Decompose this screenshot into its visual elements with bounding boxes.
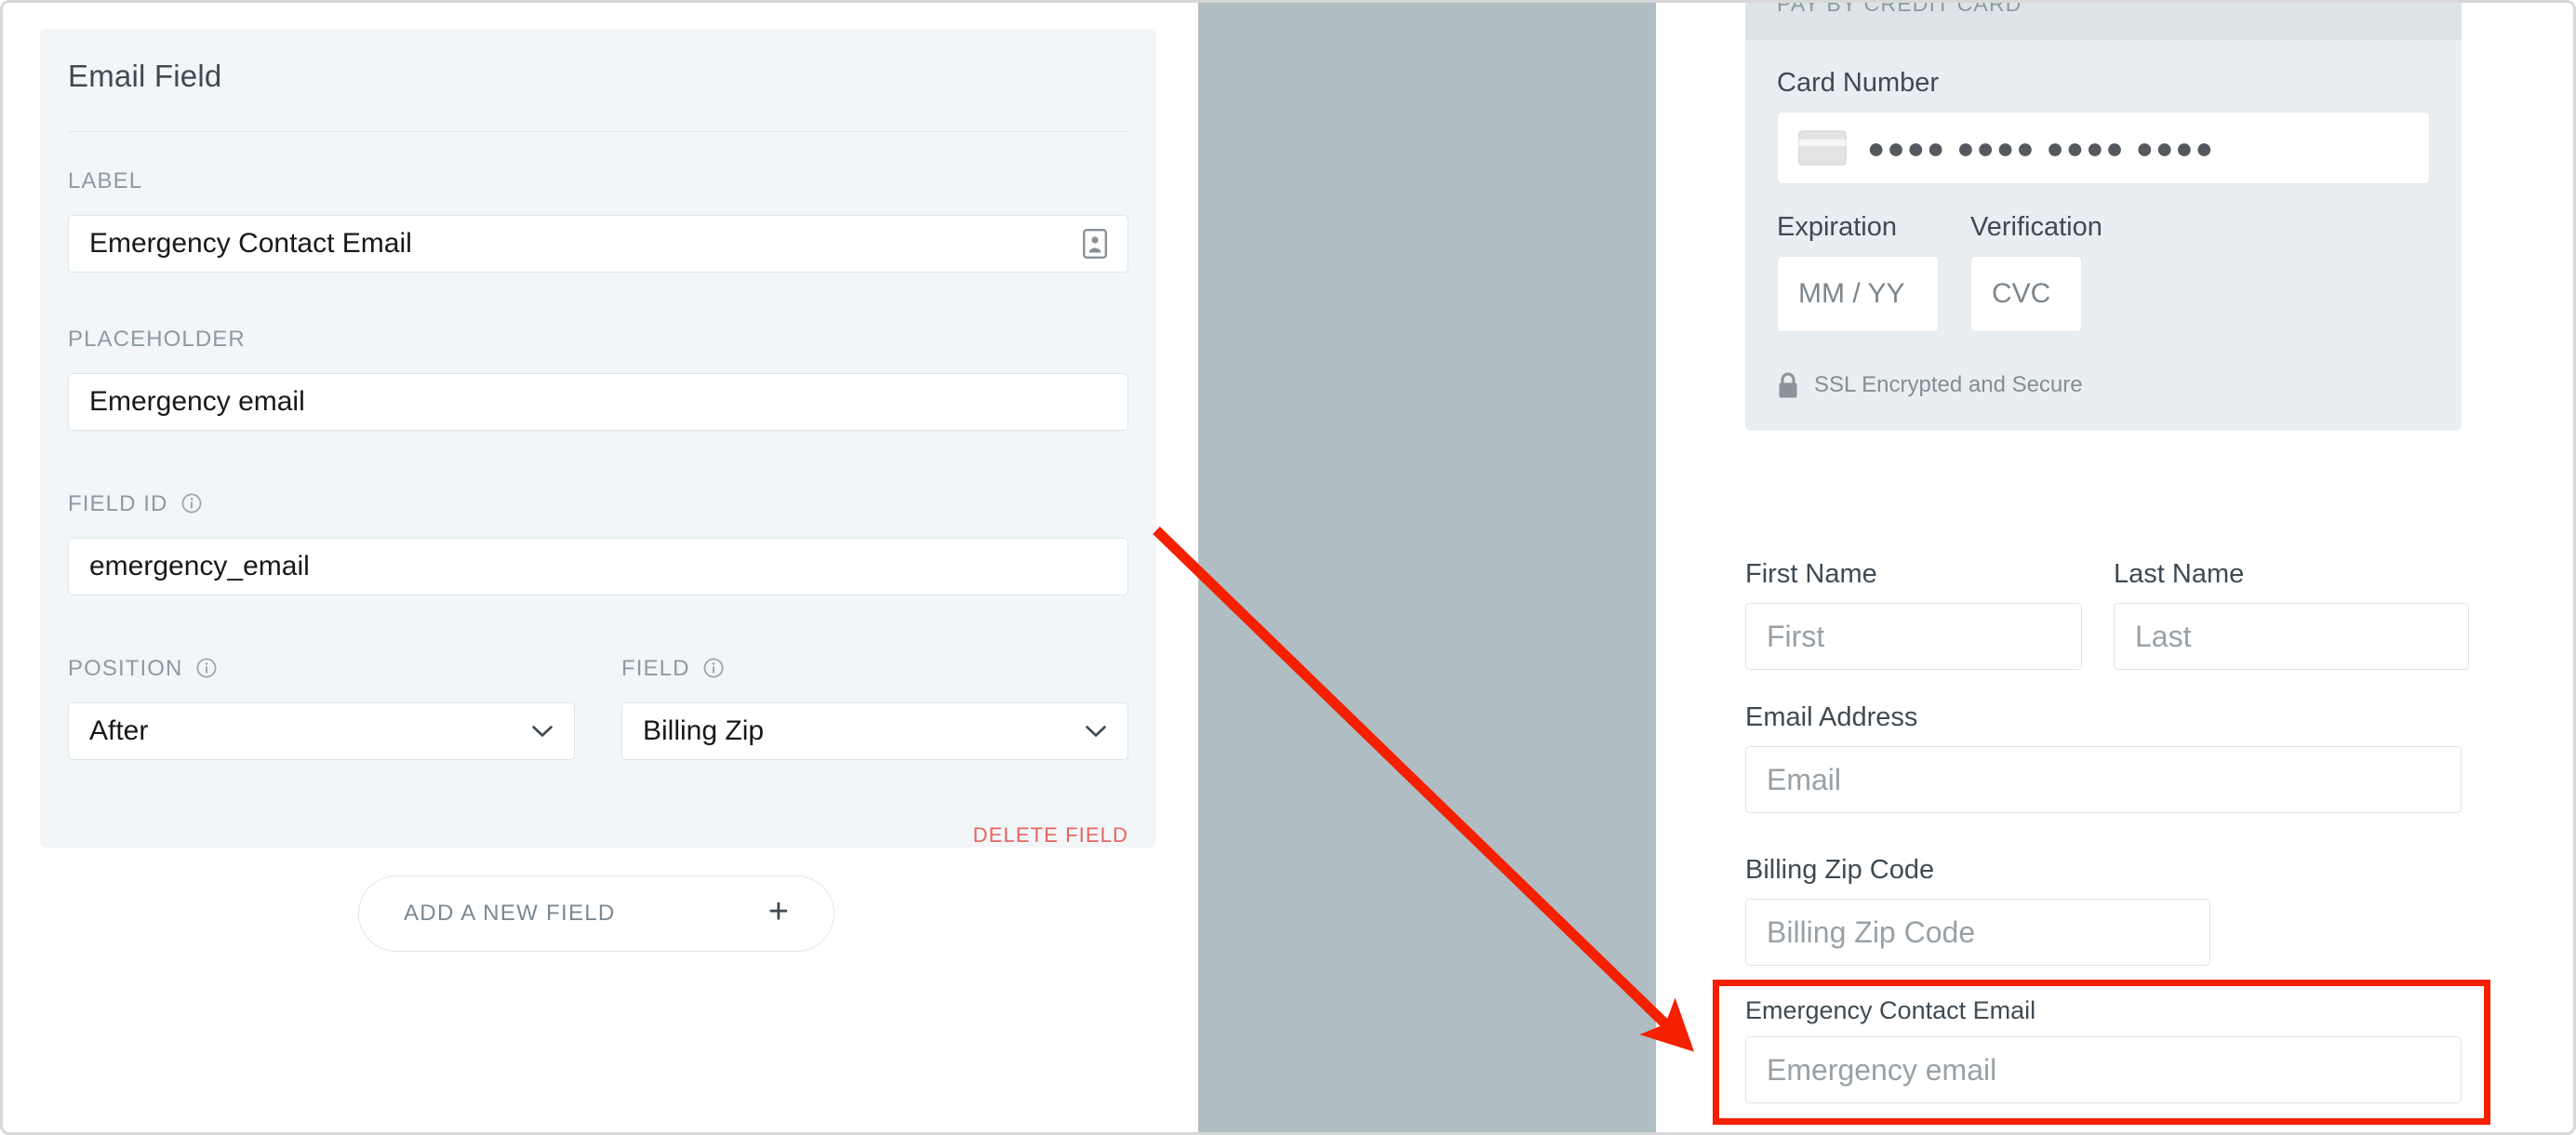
last-name-label: Last Name (2114, 559, 2245, 589)
email-address-input[interactable]: Email (1745, 746, 2462, 813)
expiration-verification-row: Expiration MM / YY Verification CVC (1777, 212, 2430, 332)
position-select-value: After (89, 715, 149, 746)
first-name-group: First Name First (1745, 559, 2082, 670)
credit-card-body: Card Number ●●●● ●●●● ●●●● ●●●● Expirati… (1745, 40, 2462, 431)
last-name-input[interactable]: Last (2114, 603, 2469, 670)
pay-by-credit-card-label: PAY BY CREDIT CARD (1777, 0, 2022, 16)
add-a-new-field-button[interactable]: ADD A NEW FIELD + (358, 875, 834, 952)
position-select[interactable]: After (68, 702, 575, 760)
emergency-contact-email-group: Emergency Contact Email Emergency email (1745, 996, 2462, 1103)
ssl-notice: SSL Encrypted and Secure (1777, 371, 2430, 399)
position-label-text: POSITION (68, 656, 183, 681)
email-address-group: Email Address Email (1745, 702, 2462, 813)
billing-zip-input[interactable]: Billing Zip Code (1745, 899, 2210, 966)
lock-icon (1777, 371, 1799, 399)
field-select-value: Billing Zip (643, 715, 765, 746)
label-input-value: Emergency Contact Email (89, 228, 412, 259)
field-select-label: FIELD (621, 656, 724, 682)
email-address-label: Email Address (1745, 702, 1918, 732)
verification-group: Verification CVC (1970, 212, 2102, 332)
position-label: POSITION (68, 656, 217, 682)
emergency-contact-email-input[interactable]: Emergency email (1745, 1036, 2462, 1103)
id-badge-icon[interactable] (1083, 229, 1107, 259)
card-number-value: ●●●● ●●●● ●●●● ●●●● (1867, 130, 2215, 165)
verification-placeholder: CVC (1992, 278, 2051, 309)
card-number-input[interactable]: ●●●● ●●●● ●●●● ●●●● (1777, 112, 2430, 184)
credit-card-section-header: PAY BY CREDIT CARD (1745, 0, 2462, 40)
editor-title: Email Field (68, 59, 222, 93)
divider-band (1198, 3, 1656, 1132)
app-window: Email Field LABEL Emergency Contact Emai… (0, 0, 2576, 1135)
last-name-group: Last Name Last (2114, 559, 2469, 670)
plus-icon: + (767, 892, 789, 931)
first-name-label: First Name (1745, 559, 1877, 589)
info-circle-icon[interactable] (196, 658, 217, 678)
expiration-group: Expiration MM / YY (1777, 212, 1939, 332)
field-select[interactable]: Billing Zip (621, 702, 1128, 760)
expiration-label: Expiration (1777, 212, 1897, 242)
delete-field-button[interactable]: DELETE FIELD (973, 823, 1128, 848)
field-id-input[interactable]: emergency_email (68, 538, 1128, 595)
chevron-down-icon[interactable] (531, 725, 554, 738)
placeholder-input[interactable]: Emergency email (68, 373, 1128, 431)
expiration-placeholder: MM / YY (1798, 278, 1905, 309)
credit-card-section: PAY BY CREDIT CARD Card Number ●●●● ●●●●… (1745, 0, 2462, 431)
placeholder-field-label-text: PLACEHOLDER (68, 327, 246, 352)
field-id-input-value: emergency_email (89, 551, 310, 581)
billing-zip-placeholder: Billing Zip Code (1767, 915, 1976, 949)
billing-zip-group: Billing Zip Code Billing Zip Code (1745, 855, 2462, 966)
emergency-contact-email-placeholder: Emergency email (1767, 1052, 1997, 1087)
ssl-text: SSL Encrypted and Secure (1814, 372, 2083, 397)
placeholder-field-label: PLACEHOLDER (68, 327, 246, 353)
label-field-label: LABEL (68, 168, 142, 194)
title-divider (68, 131, 1128, 132)
first-name-input[interactable]: First (1745, 603, 2082, 670)
add-a-new-field-label: ADD A NEW FIELD (404, 901, 616, 926)
credit-card-icon (1798, 130, 1847, 166)
email-field-editor-card: Email Field LABEL Emergency Contact Emai… (40, 29, 1156, 848)
field-id-label-text: FIELD ID (68, 491, 168, 516)
field-select-label-text: FIELD (621, 656, 690, 681)
verification-label: Verification (1970, 212, 2102, 242)
label-field-label-text: LABEL (68, 168, 143, 194)
email-address-placeholder: Email (1767, 762, 1842, 796)
field-id-label: FIELD ID (68, 491, 202, 517)
first-name-placeholder: First (1767, 619, 1825, 653)
billing-zip-label: Billing Zip Code (1745, 855, 1935, 885)
card-number-label: Card Number (1777, 68, 1940, 98)
placeholder-input-value: Emergency email (89, 386, 305, 417)
emergency-contact-email-label: Emergency Contact Email (1745, 996, 2036, 1024)
info-circle-icon[interactable] (181, 493, 202, 514)
info-circle-icon[interactable] (703, 658, 724, 678)
checkout-form-preview: PAY BY CREDIT CARD Card Number ●●●● ●●●●… (1713, 0, 2508, 1132)
expiration-input[interactable]: MM / YY (1777, 256, 1939, 332)
name-row: First Name First Last Name Last (1745, 559, 2469, 670)
chevron-down-icon[interactable] (1085, 725, 1107, 738)
verification-input[interactable]: CVC (1970, 256, 2082, 332)
last-name-placeholder: Last (2135, 619, 2192, 653)
label-input[interactable]: Emergency Contact Email (68, 215, 1128, 273)
